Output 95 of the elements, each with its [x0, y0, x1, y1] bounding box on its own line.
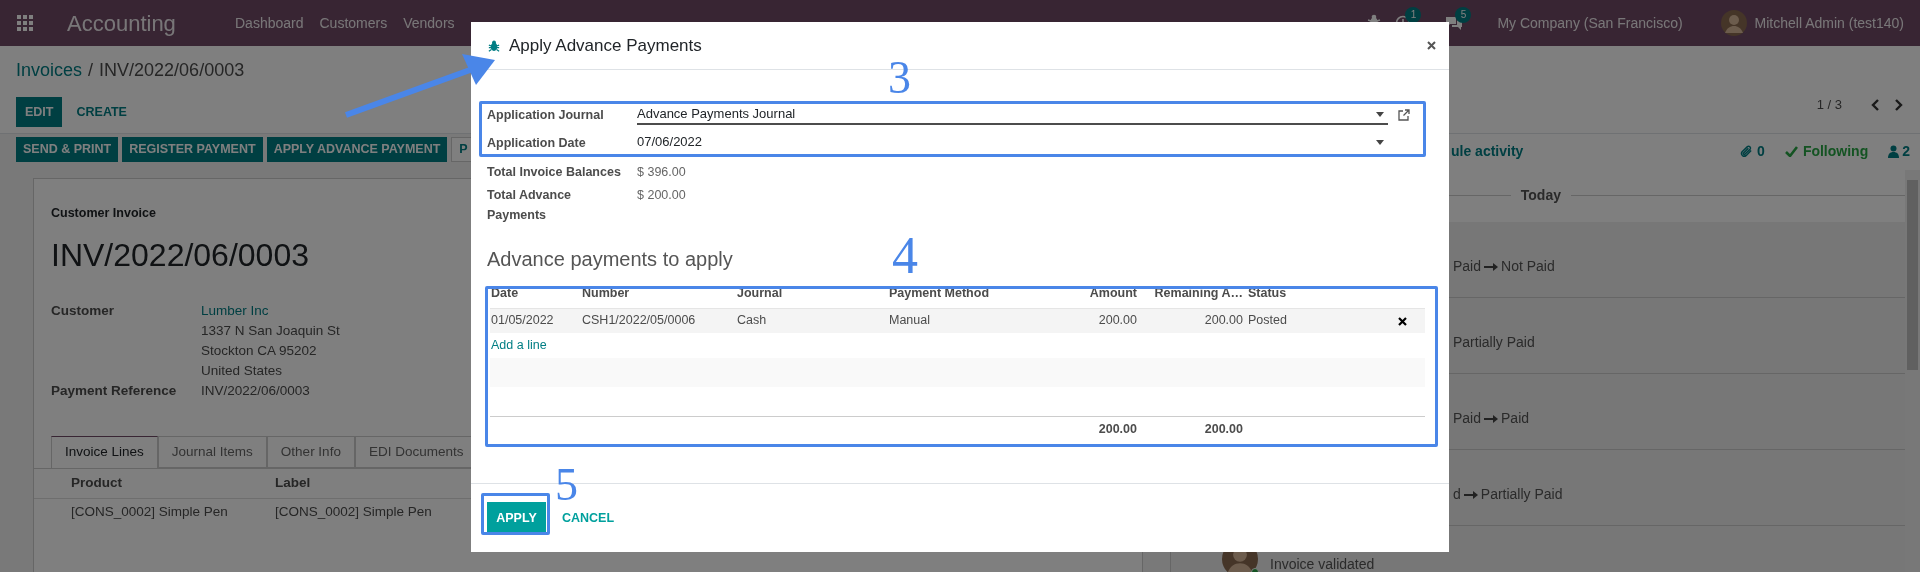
column-header[interactable]: Payment Method: [888, 284, 1034, 308]
field-label: Payment Reference: [51, 381, 178, 400]
tab[interactable]: Invoice Lines: [51, 435, 158, 469]
table-cell: Cash: [736, 308, 888, 333]
column-header[interactable]: Journal: [736, 284, 888, 308]
field-label: Application Journal: [487, 106, 605, 124]
section-title: Advance payments to apply: [487, 247, 733, 272]
old-value: Paid: [1453, 257, 1482, 276]
table-cell: Manual: [888, 308, 1034, 333]
field-value: $ 200.00: [637, 187, 686, 204]
action-button[interactable]: REGISTER PAYMENT: [122, 137, 263, 162]
form-subtitle: Customer Invoice: [51, 205, 156, 222]
table-cell: 01/05/2022: [490, 308, 581, 333]
new-value: Partially Paid: [1480, 485, 1563, 504]
user-menu[interactable]: Mitchell Admin (test140): [1754, 12, 1904, 34]
table-cell: 200.00: [1034, 308, 1141, 333]
annotation-number: 5: [555, 462, 578, 508]
apply-button[interactable]: APPLY: [487, 502, 546, 534]
column-header: Product: [71, 474, 123, 493]
bug-icon: [488, 39, 500, 52]
schedule-activity-link[interactable]: ule activity: [1451, 140, 1524, 162]
total-value: 200.00: [1098, 422, 1137, 437]
previous-icon[interactable]: [1870, 98, 1880, 111]
next-icon[interactable]: [1894, 98, 1904, 111]
date-separator: Today: [1519, 185, 1562, 205]
notification-badge: 1: [1405, 7, 1422, 23]
new-value: Paid: [1501, 409, 1530, 428]
table-cell: 200.00: [1141, 308, 1247, 333]
menu-item[interactable]: Dashboard: [235, 12, 304, 34]
tab[interactable]: Other Info: [266, 435, 355, 468]
external-link-icon[interactable]: [1398, 109, 1410, 121]
table-cell: Posted: [1247, 308, 1380, 333]
scrollbar[interactable]: [1905, 170, 1920, 572]
apps-menu-icon[interactable]: [17, 15, 33, 31]
field-value: $ 396.00: [637, 164, 686, 181]
delete-icon[interactable]: [1398, 316, 1407, 326]
column-header[interactable]: Status: [1247, 284, 1380, 308]
following-button[interactable]: Following: [1784, 140, 1869, 162]
new-value: Partially Paid: [1453, 333, 1535, 352]
table-cell-text: [CONS_0002] Simple Pen: [275, 503, 432, 522]
new-value: Not Paid: [1501, 257, 1555, 276]
select-field[interactable]: Advance Payments Journal: [637, 105, 1388, 125]
tab[interactable]: Journal Items: [157, 435, 267, 468]
arrow-right-icon: [1463, 490, 1478, 499]
breadcrumb-current: INV/2022/06/0003: [99, 59, 245, 82]
annotation-number: 4: [892, 230, 918, 282]
notification-badge: 5: [1455, 7, 1472, 23]
paperclip-icon[interactable]: [1740, 144, 1754, 158]
arrow-right-icon: [1484, 262, 1499, 271]
follower-count[interactable]: 2: [1902, 140, 1910, 162]
pager-value[interactable]: 1 / 3: [1816, 95, 1842, 115]
breadcrumb-link[interactable]: Invoices: [16, 57, 83, 84]
address-line: Stockton CA 95202: [201, 341, 318, 360]
caret-icon: [1376, 139, 1384, 145]
address-line: 1337 N San Joaquin St: [201, 321, 340, 340]
arrow-right-icon: [1484, 414, 1499, 423]
user-icon[interactable]: [1888, 144, 1900, 158]
table-cell-text: [CONS_0002] Simple Pen: [71, 503, 229, 522]
column-header[interactable]: Amount: [1034, 284, 1141, 308]
invoice-number: INV/2022/06/0003: [51, 235, 309, 275]
action-button[interactable]: SEND & PRINT: [16, 137, 119, 162]
add-line-link[interactable]: Add a line: [490, 338, 547, 353]
old-value: d: [1453, 485, 1461, 504]
customer-link[interactable]: Lumber Inc: [201, 300, 340, 321]
column-header[interactable]: Remaining A…: [1141, 284, 1247, 308]
menu-item[interactable]: Vendors: [403, 12, 455, 34]
field-label: Total Invoice Balances: [487, 164, 622, 181]
select-field[interactable]: 07/06/2022: [637, 133, 1388, 153]
field-label: Total Advance Payments: [487, 187, 573, 224]
action-button[interactable]: APPLY ADVANCE PAYMENT: [266, 137, 448, 162]
table-cell: CSH1/2022/05/0006: [581, 308, 736, 333]
old-value: Paid: [1453, 409, 1482, 428]
breadcrumb-separator: /: [88, 59, 94, 82]
total-value: 200.00: [1204, 422, 1243, 437]
column-header[interactable]: Number: [581, 284, 736, 308]
cancel-button[interactable]: CANCEL: [562, 508, 615, 528]
column-header: Label: [275, 474, 311, 493]
close-icon[interactable]: [1427, 41, 1436, 50]
column-header[interactable]: Date: [490, 284, 581, 308]
address-line: United States: [201, 361, 284, 380]
app-title[interactable]: Accounting: [67, 6, 235, 40]
annotation-box: [481, 493, 550, 535]
field-value: INV/2022/06/0003: [201, 381, 310, 400]
message-text: Invoice validated: [1270, 555, 1375, 572]
menu-item[interactable]: Customers: [319, 12, 388, 34]
create-button[interactable]: CREATE: [62, 97, 141, 127]
caret-icon: [1376, 111, 1384, 117]
annotation-number: 3: [888, 55, 911, 101]
company-switcher[interactable]: My Company (San Francisco): [1497, 12, 1683, 34]
dialog-title: Apply Advance Payments: [509, 34, 702, 57]
attachment-count[interactable]: 0: [1757, 140, 1765, 162]
check-icon: [1784, 145, 1798, 157]
field-label: Application Date: [487, 134, 587, 152]
field-label: Customer: [51, 301, 115, 320]
edit-button[interactable]: EDIT: [16, 97, 63, 127]
